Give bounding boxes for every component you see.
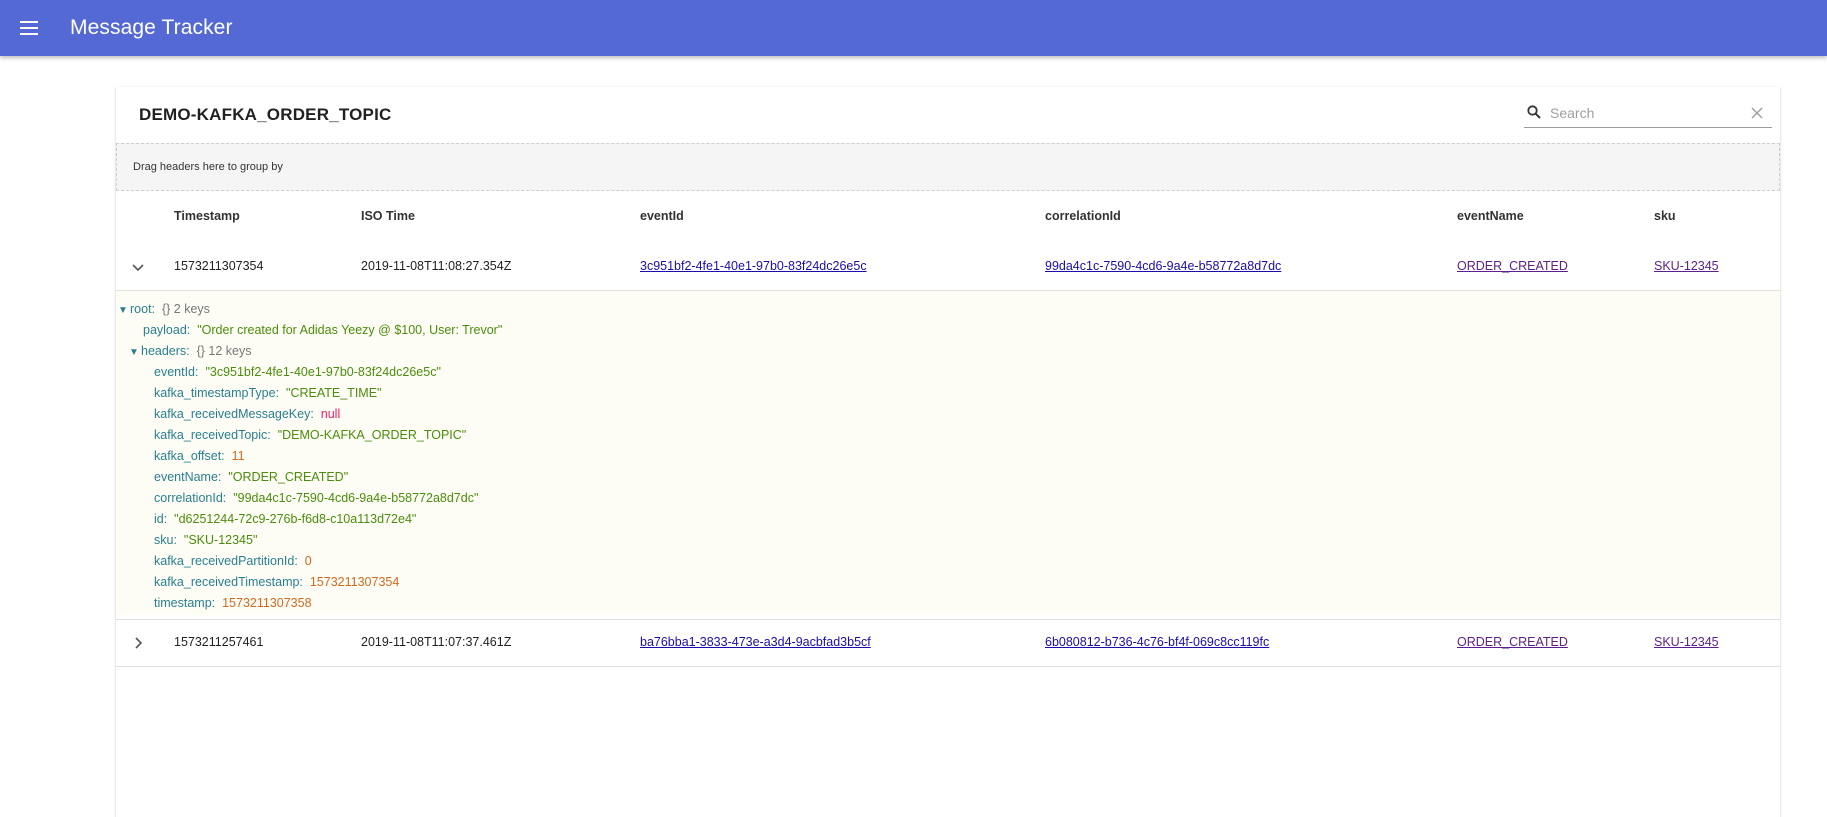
row1-iso-time: 2019-11-08T11:08:27.354Z [361, 259, 512, 273]
header-timestamp[interactable]: Timestamp [174, 209, 240, 223]
app-title: Message Tracker [70, 16, 233, 39]
json-field-key: kafka_receivedTimestamp: [154, 575, 303, 589]
triangle-down-icon[interactable]: ▼ [129, 347, 141, 358]
json-field-line: correlationId: "99da4c1c-7590-4cd6-9a4e-… [154, 491, 478, 505]
json-headers-line: ▼ headers: {} 12 keys [129, 344, 252, 358]
json-field-key: timestamp: [154, 596, 216, 610]
json-field-key: kafka_timestampType: [154, 386, 280, 400]
json-field-key: eventName: [154, 470, 222, 484]
json-field-value: "ORDER_CREATED" [228, 470, 349, 484]
json-field-value: 0 [304, 554, 312, 568]
header-iso-time[interactable]: ISO Time [361, 209, 415, 223]
topic-card: DEMO-KAFKA_ORDER_TOPIC Drag headers here… [116, 87, 1780, 817]
chevron-right-icon[interactable] [131, 636, 145, 650]
json-field-value: "CREATE_TIME" [286, 386, 382, 400]
json-field-line: eventName: "ORDER_CREATED" [154, 470, 348, 484]
json-field-line: timestamp: 1573211307358 [154, 596, 312, 610]
row2-iso-time: 2019-11-08T11:07:37.461Z [361, 635, 512, 649]
json-field-key: kafka_receivedPartitionId: [154, 554, 298, 568]
json-detail-panel: ▼ root: {} 2 keys payload: "Order created… [116, 291, 1780, 615]
json-field-value: null [320, 407, 341, 421]
group-by-text: Drag headers here to group by [133, 161, 283, 173]
row2-correlation-id-link[interactable]: 6b080812-b736-4c76-bf4f-069c8cc119fc [1045, 635, 1269, 649]
search-icon [1527, 105, 1541, 119]
search-box [1524, 100, 1772, 128]
json-field-value: "d6251244-72c9-276b-f6d8-c10a113d72e4" [174, 512, 417, 526]
row1-event-name-link[interactable]: ORDER_CREATED [1457, 259, 1568, 273]
json-field-key: sku: [154, 533, 177, 547]
row1-event-id-link[interactable]: 3c951bf2-4fe1-40e1-97b0-83f24dc26e5c [640, 259, 867, 273]
json-field-value: "99da4c1c-7590-4cd6-9a4e-b58772a8d7dc" [233, 491, 479, 505]
header-sku[interactable]: sku [1654, 209, 1676, 223]
menu-icon[interactable] [17, 16, 41, 40]
json-field-line: eventId: "3c951bf2-4fe1-40e1-97b0-83f24d… [154, 365, 441, 379]
json-field-line: sku: "SKU-12345" [154, 533, 257, 547]
header-event-name[interactable]: eventName [1457, 209, 1524, 223]
json-field-value: 1573211307358 [222, 596, 312, 610]
row1-correlation-id-link[interactable]: 99da4c1c-7590-4cd6-9a4e-b58772a8d7dc [1045, 259, 1281, 273]
chevron-down-icon[interactable] [131, 260, 145, 274]
json-field-line: id: "d6251244-72c9-276b-f6d8-c10a113d72e… [154, 512, 416, 526]
json-field-value: 1573211307354 [309, 575, 400, 589]
json-field-key: id: [154, 512, 168, 526]
json-field-key: correlationId: [154, 491, 227, 505]
row2-sku-link[interactable]: SKU-12345 [1654, 635, 1719, 649]
row-divider [116, 619, 1780, 620]
search-input[interactable] [1548, 101, 1742, 125]
json-payload-line: payload: "Order created for Adidas Yeezy… [143, 323, 503, 337]
triangle-down-icon[interactable]: ▼ [118, 305, 130, 316]
json-field-key: eventId: [154, 365, 199, 379]
json-field-line: kafka_receivedMessageKey: null [154, 407, 340, 421]
row2-event-id-link[interactable]: ba76bba1-3833-473e-a3d4-9acbfad3b5cf [640, 635, 871, 649]
row1-sku-link[interactable]: SKU-12345 [1654, 259, 1719, 273]
group-by-area[interactable]: Drag headers here to group by [116, 143, 1780, 191]
header-event-id[interactable]: eventId [640, 209, 684, 223]
json-field-line: kafka_offset: 11 [154, 449, 245, 463]
row-divider [116, 666, 1780, 667]
json-root-line: ▼ root: {} 2 keys [118, 302, 210, 316]
topic-title: DEMO-KAFKA_ORDER_TOPIC [139, 105, 392, 124]
row2-event-name-link[interactable]: ORDER_CREATED [1457, 635, 1568, 649]
row2-timestamp: 1573211257461 [174, 635, 264, 649]
json-field-value: 11 [231, 449, 245, 463]
header-correlation-id[interactable]: correlationId [1045, 209, 1121, 223]
json-field-value: "DEMO-KAFKA_ORDER_TOPIC" [277, 428, 467, 442]
json-field-line: kafka_receivedPartitionId: 0 [154, 554, 312, 568]
close-icon[interactable] [1750, 106, 1764, 120]
json-field-line: kafka_receivedTimestamp: 1573211307354 [154, 575, 399, 589]
row1-timestamp: 1573211307354 [174, 259, 264, 273]
json-field-key: kafka_receivedMessageKey: [154, 407, 314, 421]
app-bar: Message Tracker [0, 0, 1827, 56]
json-field-value: "SKU-12345" [183, 533, 258, 547]
json-field-key: kafka_receivedTopic: [154, 428, 271, 442]
json-field-key: kafka_offset: [154, 449, 225, 463]
json-field-value: "3c951bf2-4fe1-40e1-97b0-83f24dc26e5c" [205, 365, 441, 379]
json-field-line: kafka_timestampType: "CREATE_TIME" [154, 386, 381, 400]
json-field-line: kafka_receivedTopic: "DEMO-KAFKA_ORDER_T… [154, 428, 466, 442]
